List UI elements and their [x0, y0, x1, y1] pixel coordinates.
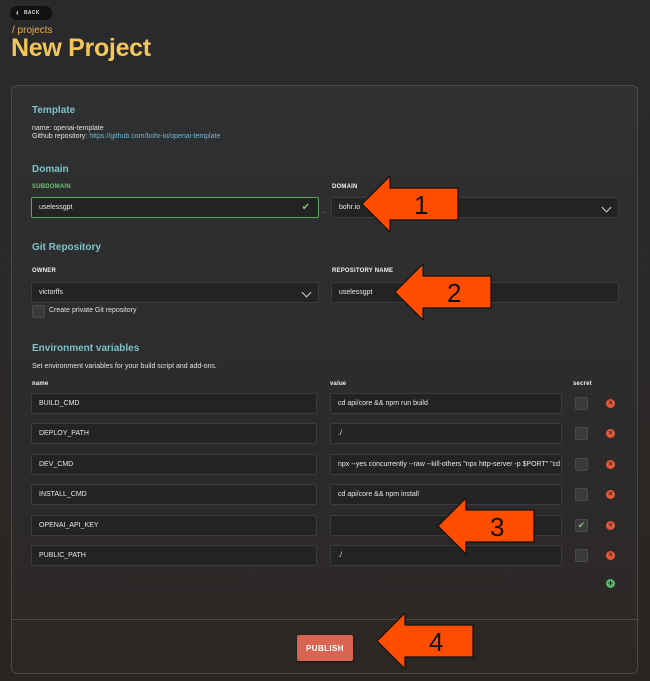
delete-circle-icon[interactable]: × — [606, 429, 615, 438]
env-name-value: OPENAI_API_KEY — [39, 522, 99, 529]
delete-circle-icon[interactable]: × — [606, 551, 615, 560]
git-heading: Git Repository — [32, 242, 101, 253]
template-heading: Template — [32, 105, 76, 116]
delete-circle-icon[interactable]: × — [606, 490, 615, 499]
annotation-number-3: 3 — [490, 512, 504, 542]
env-name-input[interactable]: DEV_CMD — [31, 454, 317, 475]
divider — [12, 619, 637, 620]
env-name-value: PUBLIC_PATH — [39, 552, 86, 559]
env-value-text: npx --yes concurrently --raw --kill-othe… — [338, 461, 562, 468]
env-value-input[interactable]: npx --yes concurrently --raw --kill-othe… — [330, 454, 562, 475]
repo-name-label: REPOSITORY NAME — [332, 268, 394, 274]
check-icon: ✔ — [577, 520, 586, 530]
env-secret-checkbox[interactable] — [575, 397, 588, 410]
env-name-input[interactable]: OPENAI_API_KEY — [31, 515, 317, 536]
env-col-name: name — [32, 381, 49, 387]
env-value-text: ./ — [338, 430, 342, 437]
delete-circle-icon[interactable]: × — [606, 521, 615, 530]
owner-select[interactable]: victorffs — [31, 282, 319, 303]
annotation-arrow-2: 2 — [395, 264, 492, 320]
annotation-arrow-1: 1 — [362, 176, 459, 232]
chevron-left-icon: ‹ — [16, 8, 19, 17]
back-button[interactable]: ‹ BACK — [10, 6, 52, 20]
env-secret-checkbox[interactable] — [575, 488, 588, 501]
subdomain-input[interactable]: uselessgpt ✔ — [31, 197, 319, 218]
env-value-input[interactable]: ./ — [330, 423, 562, 444]
back-label: BACK — [23, 10, 40, 16]
env-name-value: DEV_CMD — [39, 461, 74, 468]
env-name-input[interactable]: INSTALL_CMD — [31, 484, 317, 505]
chevron-down-icon — [301, 287, 312, 298]
project-form-card: Template name: openai-template Github re… — [11, 85, 638, 674]
subdomain-label: SUBDOMAIN — [32, 184, 71, 190]
template-name: name: openai-template — [32, 125, 104, 132]
env-name-input[interactable]: DEPLOY_PATH — [31, 423, 317, 444]
owner-label: OWNER — [32, 268, 56, 274]
env-secret-checkbox[interactable] — [575, 458, 588, 471]
domain-heading: Domain — [32, 164, 69, 175]
chevron-down-icon — [601, 202, 612, 213]
env-value-text: cd api/core && npm run build — [338, 400, 428, 407]
template-repo-prefix: Github repository: — [32, 133, 90, 140]
private-repo-label: Create private Git repository — [49, 307, 137, 314]
domain-value: bohr.io — [339, 204, 361, 211]
subdomain-value: uselessgpt — [39, 204, 73, 211]
env-name-input[interactable]: PUBLIC_PATH — [31, 545, 317, 566]
env-name-value: INSTALL_CMD — [39, 491, 87, 498]
add-circle-icon[interactable]: + — [606, 579, 615, 588]
domain-separator: . — [323, 208, 325, 215]
annotation-number-4: 4 — [429, 627, 443, 657]
delete-circle-icon[interactable]: × — [606, 399, 615, 408]
env-value-input[interactable]: cd api/core && npm run build — [330, 393, 562, 414]
template-repo-link[interactable]: https://github.com/bohr-io/openai-templa… — [89, 133, 220, 140]
env-secret-checkbox[interactable] — [575, 427, 588, 440]
repo-name-value: uselessgpt — [339, 289, 373, 296]
page-title: New Project — [11, 34, 151, 62]
env-value-text: cd api/core && npm install — [338, 491, 419, 498]
publish-button[interactable]: PUBLISH — [297, 635, 353, 661]
env-name-input[interactable]: BUILD_CMD — [31, 393, 317, 414]
env-heading: Environment variables — [32, 343, 140, 354]
annotation-number-1: 1 — [414, 190, 428, 220]
env-name-value: BUILD_CMD — [39, 400, 80, 407]
private-repo-checkbox[interactable] — [32, 305, 45, 318]
template-repo-line: Github repository: https://github.com/bo… — [32, 133, 220, 140]
env-name-value: DEPLOY_PATH — [39, 430, 89, 437]
env-description: Set environment variables for your build… — [32, 363, 217, 370]
annotation-arrow-3: 3 — [438, 498, 535, 554]
domain-label: DOMAIN — [332, 184, 358, 190]
delete-circle-icon[interactable]: × — [606, 460, 615, 469]
env-value-text: ./ — [338, 552, 342, 559]
annotation-arrow-4: 4 — [377, 613, 474, 669]
owner-value: victorffs — [39, 289, 63, 296]
env-secret-checkbox[interactable]: ✔ — [575, 519, 588, 532]
env-secret-checkbox[interactable] — [575, 549, 588, 562]
env-col-value: value — [330, 381, 347, 387]
env-col-secret: secret — [573, 381, 592, 387]
annotation-number-2: 2 — [447, 278, 461, 308]
check-icon: ✔ — [301, 202, 310, 213]
